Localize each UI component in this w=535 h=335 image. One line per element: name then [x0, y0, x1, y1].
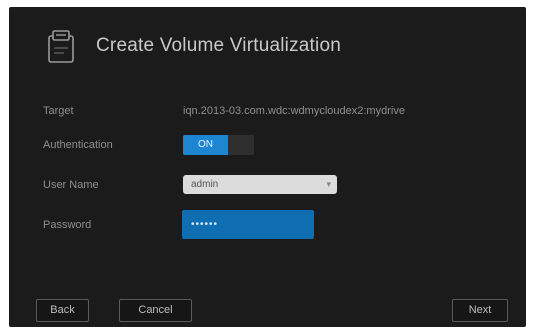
- password-label: Password: [43, 219, 92, 231]
- user-name-select[interactable]: admin ▾: [183, 175, 337, 194]
- target-label: Target: [43, 105, 74, 117]
- user-name-selected-value: admin: [191, 179, 219, 190]
- volume-virtualization-icon: [48, 30, 74, 63]
- user-name-label: User Name: [43, 179, 99, 191]
- authentication-toggle-on: ON: [183, 135, 228, 155]
- dialog-title: Create Volume Virtualization: [96, 35, 341, 56]
- next-button[interactable]: Next: [452, 299, 508, 322]
- back-button[interactable]: Back: [36, 299, 89, 322]
- target-value: iqn.2013-03.com.wdc:wdmycloudex2:mydrive: [183, 105, 405, 117]
- authentication-label: Authentication: [43, 139, 113, 151]
- authentication-toggle-off: [228, 135, 254, 155]
- chevron-down-icon: ▾: [326, 179, 331, 189]
- create-volume-virtualization-dialog: Create Volume Virtualization Target iqn.…: [9, 7, 526, 327]
- authentication-toggle[interactable]: ON: [183, 135, 254, 155]
- cancel-button[interactable]: Cancel: [119, 299, 192, 322]
- password-field[interactable]: ••••••: [182, 210, 314, 239]
- dialog-header: Create Volume Virtualization: [9, 7, 526, 85]
